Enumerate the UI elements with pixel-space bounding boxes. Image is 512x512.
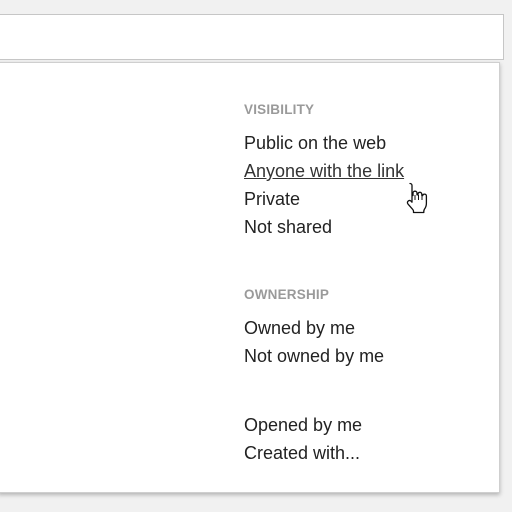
filter-not-owned-by-me[interactable]: Not owned by me (244, 342, 384, 370)
search-bar-area[interactable] (0, 14, 504, 60)
filter-owned-by-me[interactable]: Owned by me (244, 314, 384, 342)
filter-opened-by-me[interactable]: Opened by me (244, 411, 362, 439)
top-bar (0, 0, 512, 14)
filter-private[interactable]: Private (244, 185, 404, 213)
visibility-section: VISIBILITY Public on the web Anyone with… (244, 101, 404, 241)
visibility-heading: VISIBILITY (244, 102, 315, 117)
filter-anyone-with-link[interactable]: Anyone with the link (244, 157, 404, 185)
ownership-section: OWNERSHIP Owned by me Not owned by me (244, 286, 384, 370)
other-filters-section: Opened by me Created with... (244, 411, 362, 467)
ownership-heading: OWNERSHIP (244, 287, 330, 302)
filter-not-shared[interactable]: Not shared (244, 213, 404, 241)
filter-public-on-web[interactable]: Public on the web (244, 129, 404, 157)
filter-created-with[interactable]: Created with... (244, 439, 362, 467)
